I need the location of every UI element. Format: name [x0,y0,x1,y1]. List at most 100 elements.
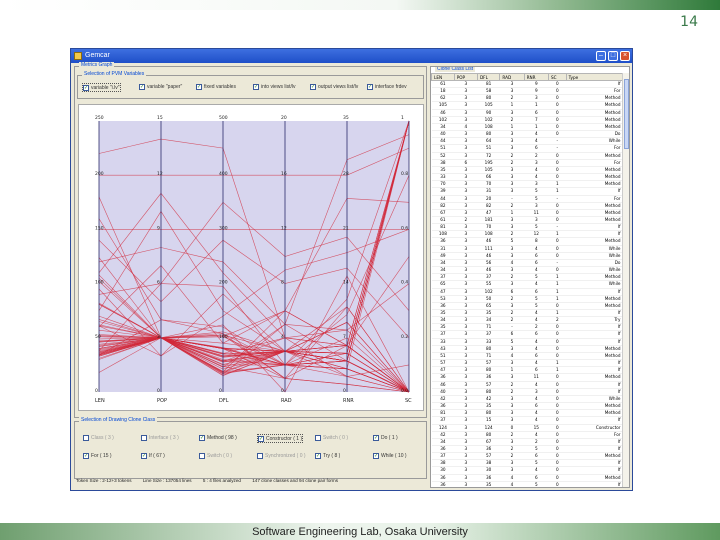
checkbox-box[interactable]: ✓ [199,434,205,441]
column-header[interactable]: Type [565,73,624,81]
checkbox-box[interactable] [315,434,321,441]
column-header[interactable]: LEN [431,73,455,81]
clone-type-checkbox[interactable]: Class ( 3 ) [83,434,114,443]
maximize-button[interactable]: □ [608,51,618,61]
clone-type-checkbox[interactable]: ✓ For ( 15 ) [83,452,112,461]
checkbox-box[interactable] [199,452,205,459]
table-row[interactable]: 36 3 46 5 8 0 Method [431,237,623,246]
variable-checkbox[interactable]: ✓ variable "i.lv" [82,83,121,92]
checkbox-box[interactable]: ✓ [315,452,321,459]
checkbox-box[interactable]: ✓ [196,83,202,90]
table-row[interactable]: 34 3 56 4 6- Do [431,259,623,268]
table-row[interactable]: 30 3 30 3 4 0 If [431,466,623,475]
clone-type-checkbox[interactable]: ✓ Try ( 8 ) [315,452,340,461]
table-row[interactable]: 36 3 36 3 11 0 Method [431,373,623,382]
column-header[interactable]: DFL [476,73,501,81]
table-row[interactable]: 38 6 195 2 3 0 For [431,159,623,167]
table-row[interactable]: 49 3 46 3 6 0 While [431,252,623,260]
table-row[interactable]: 33 3 66 3 4 0 Method [431,173,623,182]
table-row[interactable]: 52 3 72 2 2 0 Method [431,152,623,160]
checkbox-box[interactable]: ✓ [253,83,259,90]
table-row[interactable]: 39 3 31 3 5 1 If [431,187,623,196]
checkbox-box[interactable]: ✓ [258,435,264,442]
parallel-coordinates-plot[interactable]: 250 200 150 100 50 0 LEN 15 12 9 6 3 0 POP 500 400 300 20… [78,104,424,411]
table-row[interactable]: 65 3 55 3 4 1 While [431,280,623,289]
checkbox-box[interactable]: ✓ [139,83,145,90]
table-row[interactable]: 46 3 90 3 6 0 Method [431,109,623,117]
clone-type-checkbox[interactable]: ✓ While ( 10 ) [373,452,407,461]
table-row[interactable]: 34 3 34 2 4 2 Try [431,316,623,325]
table-row[interactable]: 46 3 57 2 4 0 If [431,381,623,389]
table-row[interactable]: 62 3 80 2 3 0 Method [431,94,623,103]
variable-checkbox[interactable]: ✓ fixed variables [196,83,236,92]
table-row[interactable]: 37 3 57 2 6 0 Method [431,452,623,461]
table-row[interactable]: 47 3 80 1 6 1 If [431,366,623,375]
checkbox-box[interactable]: ✓ [373,434,379,441]
table-row[interactable]: 35 3 71-2 0 If [431,323,623,332]
table-row[interactable]: 37 3 37 6 6 0 If [431,330,623,339]
table-row[interactable]: 35 3 35 2 4 1 If [431,309,623,318]
table-row[interactable]: 34 4 108 1 1 0 Method [431,123,623,132]
checkbox-box[interactable]: ✓ [141,452,147,459]
table-row[interactable]: 42 3 42 3 4 0 While [431,395,623,404]
table-row[interactable]: 40 3 80 3 4 0 Do [431,130,623,139]
column-header[interactable]: RNR [523,73,550,81]
checkbox-box[interactable]: ✓ [83,84,89,91]
checkbox-box[interactable]: ✓ [83,452,89,459]
minimize-button[interactable]: – [596,51,606,61]
variable-checkbox[interactable]: ✓ output views list/lv [310,83,358,92]
table-row[interactable]: 36 3 35 4 5 0 If [431,481,623,487]
table-row[interactable]: 37 3 15 3 4 0 If [431,416,623,425]
clone-type-checkbox[interactable]: ✓ Constructor ( 1 ) [257,434,304,443]
column-header[interactable]: SC [548,73,567,81]
column-header[interactable]: POP [453,73,478,81]
table-row[interactable]: 61 2 181 3 3 0 Method [431,216,623,225]
table-row[interactable]: 36 3 65 3 5 0 Method [431,302,623,311]
table-row[interactable]: 43 3 80 3 4 0 Method [431,345,623,353]
clone-type-checkbox[interactable]: Switch ( 0 ) [315,434,348,443]
column-header[interactable]: RAD [499,73,525,81]
table-row[interactable]: 57 3 57 3 4 1 If [431,359,623,368]
table-row[interactable]: 81 3 80 3 4 0 Method [431,409,623,418]
table-row[interactable]: 36 3 36 2 5 0 If [431,445,623,454]
clone-type-checkbox[interactable]: Synchronized ( 0 ) [257,452,306,461]
variable-checkbox[interactable]: ✓ into views list/lv [253,83,295,92]
table-row[interactable]: 44 3 20-5- For [431,195,623,203]
table-row[interactable]: 51 3 71 4 6 0 Method [431,352,623,361]
table-row[interactable]: 36 3 35 3 6 0 Method [431,402,623,411]
close-button[interactable]: × [620,51,630,61]
scrollbar-thumb[interactable] [624,79,629,149]
table-row[interactable]: 81 3 70 3 5- If [431,223,623,232]
table-row[interactable]: 36 3 36 4 6 0 Method [431,474,623,482]
table-row[interactable]: 124 3 124 0 15 0 Constructor [431,424,623,432]
table-row[interactable]: 40 3 80 2 3 0 If [431,388,623,396]
checkbox-box[interactable] [257,452,263,459]
clone-type-checkbox[interactable]: ✓ Do ( 1 ) [373,434,398,443]
table-row[interactable]: 44 3 64 3 4- While [431,137,623,146]
table-row[interactable]: 67 3 47 1 11 0 Method [431,209,623,217]
table-row[interactable]: 37 3 37 2 5 1 Method [431,273,623,282]
table-row[interactable]: 42 3 80 2 4 0 For [431,431,623,439]
table-row[interactable]: 108 3 108 2 12 1 If [431,230,623,239]
table-row[interactable]: 34 3 67 3 2 0 If [431,438,623,446]
table-row[interactable]: 34 3 46 3 4 0 While [431,266,623,275]
clone-type-checkbox[interactable]: Switch ( 0 ) [199,452,232,461]
table-row[interactable]: 38 3 38 3 5 0 If [431,459,623,468]
variable-checkbox[interactable]: ✓ variable "paper" [139,83,182,92]
table-row[interactable]: 35 3 105 3 4 0 Method [431,166,623,175]
checkbox-box[interactable]: ✓ [367,83,373,90]
table-row[interactable]: 61 3 81 3 9 0 If [431,80,623,89]
table-row[interactable]: 82 3 82 2 3 0 Method [431,202,623,210]
table-row[interactable]: 33 3 33 5 4 0 If [431,338,623,346]
checkbox-box[interactable] [141,434,147,441]
table-row[interactable]: 47 3 102 6 6 1 If [431,288,623,296]
table-row[interactable]: 102 3 102 2 7 0 Method [431,116,623,124]
clone-type-checkbox[interactable]: ✓ Method ( 98 ) [199,434,237,443]
table-row[interactable]: 18 3 58 3 9 0 For [431,87,623,96]
table-scrollbar[interactable] [622,73,629,487]
window-titlebar[interactable]: Gemcar – □ × [71,49,632,63]
variable-checkbox[interactable]: ✓ interface frdev [367,83,407,92]
checkbox-box[interactable] [83,434,89,441]
checkbox-box[interactable]: ✓ [310,83,316,90]
table-row[interactable]: 53 3 50 2 5 1 Method [431,295,623,303]
